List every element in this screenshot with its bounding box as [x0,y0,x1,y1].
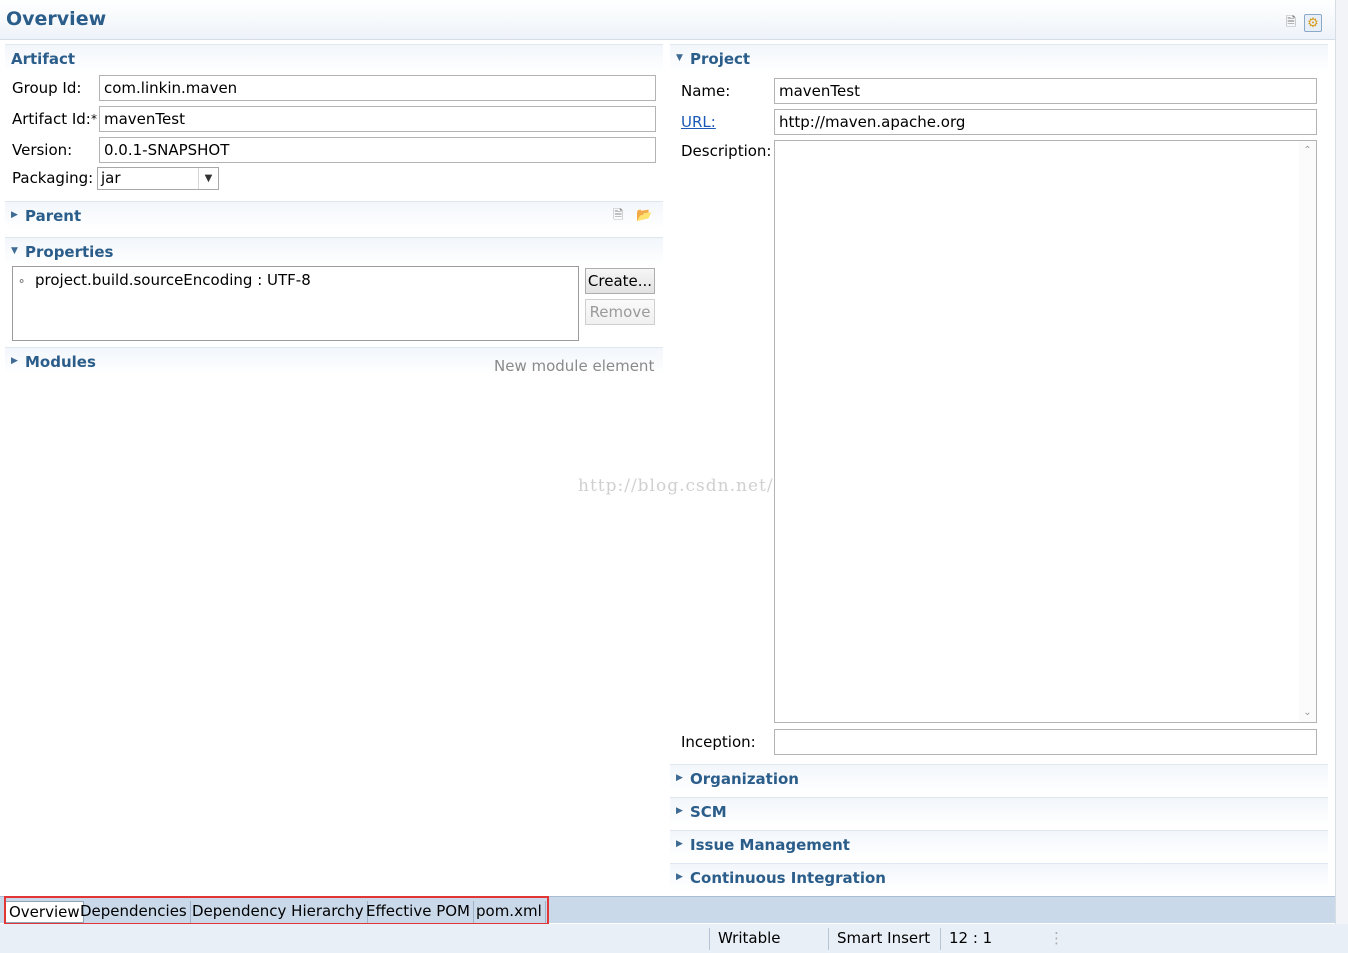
properties-list[interactable]: ⚬ project.build.sourceEncoding : UTF-8 [12,266,579,341]
expand-arrow-icon[interactable]: ▶ [676,773,683,783]
expand-arrow-icon[interactable]: ▶ [676,839,683,849]
version-label: Version: [12,141,73,159]
description-textarea[interactable]: ⌃ ⌄ [774,140,1317,723]
status-separator [709,928,710,950]
collapse-arrow-icon[interactable]: ▼ [676,53,683,63]
pom-file-icon[interactable]: 🗎 [1282,14,1300,32]
create-property-button[interactable]: Create... [585,268,655,294]
expand-arrow-icon[interactable]: ▶ [11,356,18,366]
parent-section-header[interactable]: ▶ Parent 🗎 📂 [5,201,663,229]
writable-status: Writable [718,929,781,947]
packaging-value: jar [101,169,121,187]
expand-arrow-icon[interactable]: ▶ [11,210,18,220]
chevron-down-icon[interactable]: ▼ [198,168,218,189]
status-separator [828,928,829,950]
expand-arrow-icon[interactable]: ▶ [676,806,683,816]
modules-section-title: Modules [25,353,96,371]
link-refresh-icon[interactable]: ⚙ [1304,14,1322,32]
property-icon: ⚬ [17,275,27,288]
folder-open-icon[interactable]: 📂 [636,208,652,224]
cursor-position-status: 12 : 1 [949,929,993,947]
scroll-down-icon[interactable]: ⌄ [1299,707,1316,718]
insert-mode-status: Smart Insert [837,929,931,947]
tab-highlight-box [4,896,549,925]
status-separator [940,928,941,950]
artifact-id-label: Artifact Id: [12,110,91,128]
project-section-header[interactable]: ▼ Project [670,44,1328,72]
collapse-arrow-icon[interactable]: ▼ [11,246,18,256]
expand-arrow-icon[interactable]: ▶ [676,872,683,882]
scm-section-header[interactable]: ▶ SCM [670,797,1328,825]
organization-section-title: Organization [690,770,799,788]
new-module-hint[interactable]: New module element [494,357,654,375]
list-item[interactable]: ⚬ project.build.sourceEncoding : UTF-8 [17,271,311,289]
required-marker: * [91,112,97,126]
organization-section-header[interactable]: ▶ Organization [670,764,1328,792]
group-id-label: Group Id: [12,79,82,97]
page-title: Overview [6,8,107,30]
url-link[interactable]: URL: [681,113,716,131]
inception-input[interactable] [774,729,1317,755]
issue-management-section-title: Issue Management [690,836,850,854]
remove-property-button[interactable]: Remove [585,299,655,325]
group-id-input[interactable]: com.linkin.maven [99,75,656,101]
description-scrollbar[interactable]: ⌃ ⌄ [1299,141,1316,722]
ci-section-header[interactable]: ▶ Continuous Integration [670,863,1328,891]
version-input[interactable]: 0.0.1-SNAPSHOT [99,137,656,163]
name-input[interactable]: mavenTest [774,78,1317,104]
project-section-title: Project [690,50,751,68]
right-edge-panel [1335,0,1348,924]
parent-section-title: Parent [25,207,82,225]
grip-icon: ⋮ [1049,929,1064,947]
artifact-section-title: Artifact [11,50,76,68]
scroll-up-icon[interactable]: ⌃ [1299,145,1316,156]
status-bar: Writable Smart Insert 12 : 1 ⋮ [0,924,1348,953]
scm-section-title: SCM [690,803,727,821]
properties-section-title: Properties [25,243,114,261]
description-label: Description: [681,142,772,160]
inception-label: Inception: [681,733,756,751]
editor-header: Overview 🗎 ⚙ [0,0,1335,40]
ci-section-title: Continuous Integration [690,869,886,887]
artifact-section-header: Artifact [5,44,663,72]
packaging-select[interactable]: jar ▼ [97,167,219,190]
issue-management-section-header[interactable]: ▶ Issue Management [670,830,1328,858]
artifact-id-input[interactable]: mavenTest [99,106,656,132]
packaging-label: Packaging: [12,169,94,187]
watermark: http://blog.csdn.net/ [578,476,774,496]
property-text: project.build.sourceEncoding : UTF-8 [35,271,311,289]
pom-file-icon[interactable]: 🗎 [613,208,623,224]
name-label: Name: [681,82,731,100]
url-input[interactable]: http://maven.apache.org [774,109,1317,135]
properties-section-header[interactable]: ▼ Properties [5,237,663,265]
